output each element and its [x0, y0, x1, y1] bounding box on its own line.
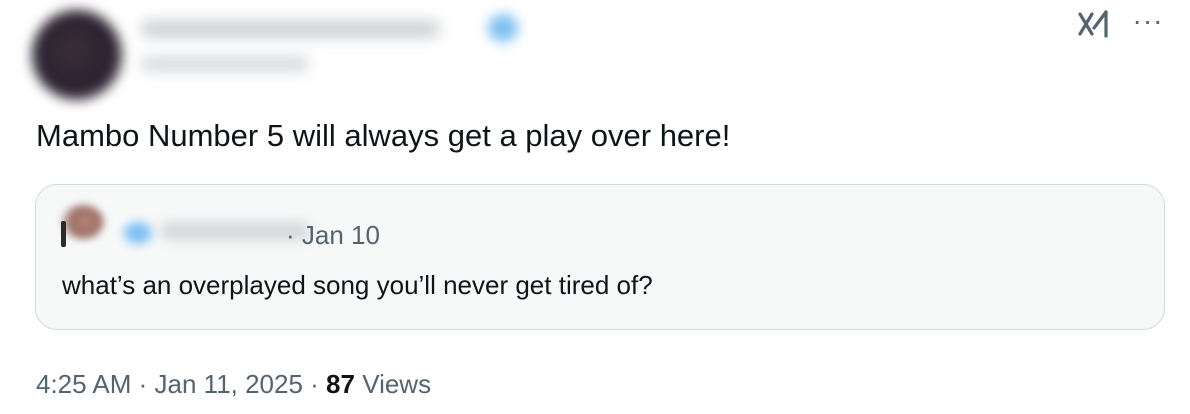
views-label: Views — [354, 369, 432, 399]
verified-badge-icon — [488, 14, 518, 42]
quoted-avatar-edge — [61, 221, 66, 247]
meta-separator: · — [302, 369, 327, 399]
quoted-verified-badge-icon — [124, 222, 152, 244]
quoted-author-avatar[interactable] — [62, 205, 104, 239]
tweet-card: ··· Mambo Number 5 will always get a pla… — [0, 0, 1190, 414]
quoted-tweet-text: what’s an overplayed song you’ll never g… — [62, 270, 653, 300]
author-handle-redacted[interactable] — [140, 56, 310, 72]
grok-icon[interactable] — [1076, 8, 1112, 40]
more-icon[interactable]: ··· — [1128, 7, 1168, 38]
views-count: 87 — [326, 369, 355, 399]
tweet-time[interactable]: 4:25 AM — [36, 369, 131, 399]
tweet-text: Mambo Number 5 will always get a play ov… — [36, 118, 731, 153]
tweet-meta: 4:25 AM · Jan 11, 2025 · 87 Views — [36, 364, 431, 404]
quoted-tweet[interactable]: · Jan 10 what’s an overplayed song you’l… — [35, 184, 1165, 330]
tweet-date[interactable]: Jan 11, 2025 — [155, 369, 303, 399]
meta-separator: · — [131, 369, 155, 399]
author-avatar[interactable] — [32, 10, 122, 100]
author-name-redacted[interactable] — [140, 20, 440, 38]
quoted-tweet-date[interactable]: · Jan 10 — [286, 215, 380, 255]
